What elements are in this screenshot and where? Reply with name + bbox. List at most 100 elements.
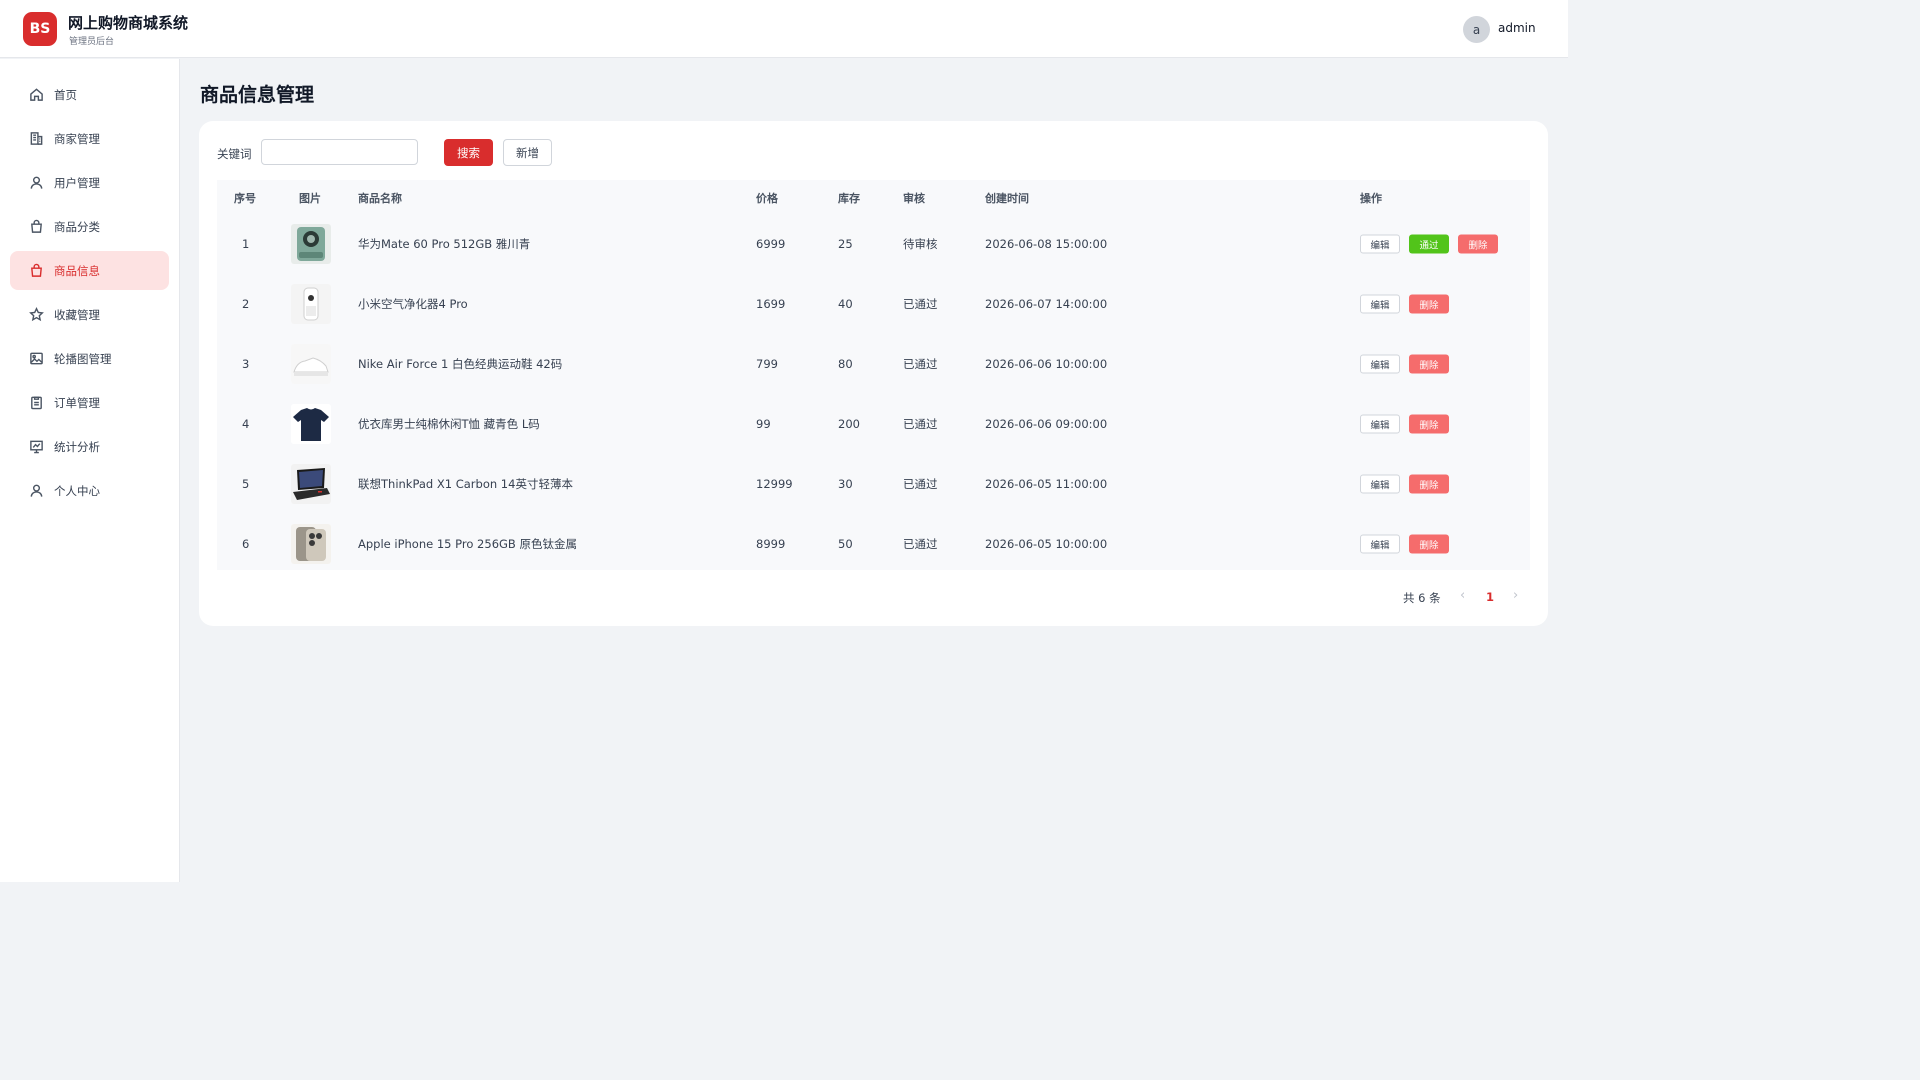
delete-button[interactable]: 删除 xyxy=(1409,354,1449,374)
product-price: 799 xyxy=(756,357,778,371)
table-row: 6 Apple iPhone 15 Pro 256GB 原色钛金属 8999 5… xyxy=(217,514,1530,574)
user-icon xyxy=(28,483,44,499)
review-status: 已通过 xyxy=(903,477,938,491)
add-button[interactable]: 新增 xyxy=(503,139,552,166)
created-time: 2026-06-05 11:00:00 xyxy=(985,477,1108,491)
product-stock: 25 xyxy=(838,237,853,251)
page-title: 商品信息管理 xyxy=(200,84,315,106)
edit-button[interactable]: 编辑 xyxy=(1360,354,1400,374)
product-stock: 200 xyxy=(838,417,860,431)
search-label: 关键词 xyxy=(217,147,252,161)
sidebar-item-label: 用户管理 xyxy=(54,175,100,190)
row-index: 3 xyxy=(242,357,250,371)
delete-button[interactable]: 删除 xyxy=(1458,234,1498,254)
row-index: 6 xyxy=(242,537,250,551)
pagination-prev-button[interactable]: ‹ xyxy=(1460,588,1465,603)
product-stock: 30 xyxy=(838,477,853,491)
approve-button[interactable]: 通过 xyxy=(1409,234,1449,254)
sidebar-item-categories[interactable]: 商品分类 xyxy=(10,207,169,246)
table-row: 1 华为Mate 60 Pro 512GB 雅川青 6999 25 待审核 20… xyxy=(217,214,1530,274)
column-header: 序号 xyxy=(234,192,256,205)
review-status: 已通过 xyxy=(903,357,938,371)
table-row: 2 小米空气净化器4 Pro 1699 40 已通过 2026-06-07 14… xyxy=(217,274,1530,334)
sidebar-item-statistics[interactable]: 统计分析 xyxy=(10,427,169,466)
app-title: 网上购物商城系统 xyxy=(68,14,189,32)
product-name: 优衣库男士纯棉休闲T恤 藏青色 L码 xyxy=(358,417,540,431)
sidebar-item-label: 商品信息 xyxy=(54,263,100,278)
delete-button[interactable]: 删除 xyxy=(1409,414,1449,434)
sidebar-item-label: 个人中心 xyxy=(54,483,100,498)
sidebar-item-label: 商品分类 xyxy=(54,219,100,234)
user-icon xyxy=(28,175,44,191)
product-stock: 40 xyxy=(838,297,853,311)
product-name: 小米空气净化器4 Pro xyxy=(358,297,468,311)
row-index: 2 xyxy=(242,297,250,311)
app-logo: BS xyxy=(23,12,57,46)
shopping-bag-icon xyxy=(28,263,44,279)
product-price: 99 xyxy=(756,417,771,431)
edit-button[interactable]: 编辑 xyxy=(1360,234,1400,254)
row-index: 5 xyxy=(242,477,250,491)
column-header: 审核 xyxy=(903,192,925,205)
sidebar-item-label: 统计分析 xyxy=(54,439,100,454)
product-thumbnail xyxy=(291,344,331,384)
sidebar-item-products[interactable]: 商品信息 xyxy=(10,251,169,290)
sidebar-item-label: 收藏管理 xyxy=(54,307,100,322)
shopping-bag-icon xyxy=(28,219,44,235)
star-icon xyxy=(28,307,44,323)
chart-icon xyxy=(28,439,44,455)
sidebar-item-home[interactable]: 首页 xyxy=(10,75,169,114)
table-row: 5 联想ThinkPad X1 Carbon 14英寸轻薄本 12999 30 … xyxy=(217,454,1530,514)
row-index: 1 xyxy=(242,237,250,251)
created-time: 2026-06-08 15:00:00 xyxy=(985,237,1108,251)
sidebar-item-banners[interactable]: 轮播图管理 xyxy=(10,339,169,378)
search-input[interactable] xyxy=(261,139,418,165)
building-icon xyxy=(28,131,44,147)
sidebar-item-label: 轮播图管理 xyxy=(54,351,112,366)
edit-button[interactable]: 编辑 xyxy=(1360,474,1400,494)
product-price: 8999 xyxy=(756,537,786,551)
clipboard-icon xyxy=(28,395,44,411)
product-name: 华为Mate 60 Pro 512GB 雅川青 xyxy=(358,237,531,251)
created-time: 2026-06-06 10:00:00 xyxy=(985,357,1108,371)
app-subtitle: 管理员后台 xyxy=(69,37,115,47)
product-price: 1699 xyxy=(756,297,786,311)
column-header: 操作 xyxy=(1360,192,1382,205)
edit-button[interactable]: 编辑 xyxy=(1360,534,1400,554)
column-header: 商品名称 xyxy=(358,192,402,205)
sidebar-item-favorites[interactable]: 收藏管理 xyxy=(10,295,169,334)
sidebar-item-label: 订单管理 xyxy=(54,395,100,410)
edit-button[interactable]: 编辑 xyxy=(1360,414,1400,434)
review-status: 已通过 xyxy=(903,417,938,431)
review-status: 待审核 xyxy=(903,237,938,251)
sidebar-item-users[interactable]: 用户管理 xyxy=(10,163,169,202)
created-time: 2026-06-06 09:00:00 xyxy=(985,417,1108,431)
product-stock: 50 xyxy=(838,537,853,551)
pagination-next-button[interactable]: › xyxy=(1513,588,1518,603)
product-thumbnail xyxy=(291,524,331,564)
search-button[interactable]: 搜索 xyxy=(444,139,493,166)
pagination-total: 共 6 条 xyxy=(1403,591,1441,605)
created-time: 2026-06-07 14:00:00 xyxy=(985,297,1108,311)
delete-button[interactable]: 删除 xyxy=(1409,534,1449,554)
user-name[interactable]: admin xyxy=(1498,21,1536,35)
product-stock: 80 xyxy=(838,357,853,371)
product-table: 序号 图片 商品名称 价格 库存 审核 创建时间 操作 1 华为Mate 60 … xyxy=(217,180,1530,570)
pagination-current-page[interactable]: 1 xyxy=(1486,590,1494,604)
product-card: 关键词 搜索 新增 序号 图片 商品名称 价格 库存 审核 创建时间 操作 1 … xyxy=(199,121,1548,626)
product-thumbnail xyxy=(291,464,331,504)
delete-button[interactable]: 删除 xyxy=(1409,294,1449,314)
avatar[interactable]: a xyxy=(1463,16,1490,43)
review-status: 已通过 xyxy=(903,297,938,311)
edit-button[interactable]: 编辑 xyxy=(1360,294,1400,314)
product-thumbnail xyxy=(291,404,331,444)
sidebar-item-profile[interactable]: 个人中心 xyxy=(10,471,169,510)
sidebar-item-orders[interactable]: 订单管理 xyxy=(10,383,169,422)
table-row: 4 优衣库男士纯棉休闲T恤 藏青色 L码 99 200 已通过 2026-06-… xyxy=(217,394,1530,454)
top-header: BS 网上购物商城系统 管理员后台 a admin xyxy=(0,0,1568,58)
sidebar-item-label: 首页 xyxy=(54,87,77,102)
created-time: 2026-06-05 10:00:00 xyxy=(985,537,1108,551)
delete-button[interactable]: 删除 xyxy=(1409,474,1449,494)
image-icon xyxy=(28,351,44,367)
sidebar-item-merchants[interactable]: 商家管理 xyxy=(10,119,169,158)
